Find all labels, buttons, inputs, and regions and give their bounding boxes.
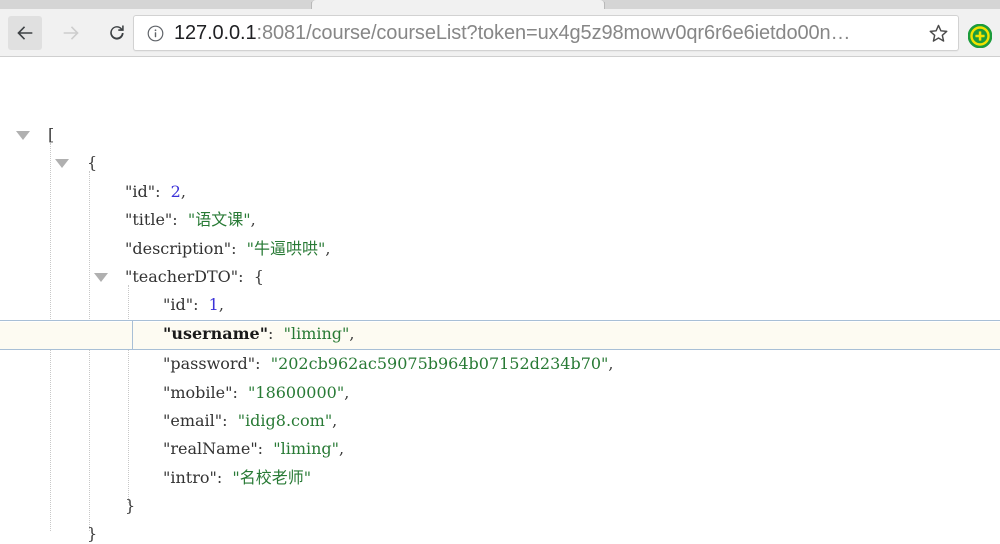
active-tab[interactable] (312, 0, 604, 9)
browser-toolbar: 127.0.0.1:8081/course/courseList?token=u… (0, 9, 1000, 57)
json-value: "liming" (283, 323, 350, 343)
json-row-text: "intro": "名校老师" (163, 464, 311, 492)
tab-divider (311, 2, 312, 9)
json-key: "teacherDTO" (125, 266, 239, 286)
json-comma: , (332, 410, 338, 430)
json-key: "password" (163, 354, 256, 374)
json-row-text: "id": 1, (163, 291, 224, 319)
json-colon: : (172, 210, 188, 230)
back-button[interactable] (8, 16, 42, 50)
json-tree: [ { "id": 2, "title": "语文课", "descriptio… (0, 121, 1000, 544)
extension-plus-icon[interactable] (967, 23, 993, 49)
json-comma: , (349, 323, 355, 343)
json-key: "id" (125, 181, 156, 201)
json-row-highlighted: "username": "liming", (0, 319, 1000, 351)
json-row-text: "realName": "liming", (163, 435, 344, 463)
json-row: "email": "idig8.com", (0, 407, 1000, 435)
json-key: "mobile" (163, 382, 233, 402)
arrow-right-icon (60, 22, 82, 44)
json-comma: , (218, 295, 224, 315)
json-colon: : (222, 410, 238, 430)
json-comma: , (250, 210, 256, 230)
json-comma: , (339, 439, 345, 459)
tab-divider (604, 2, 605, 9)
info-circle-icon[interactable] (146, 24, 165, 43)
json-comma: , (325, 238, 331, 258)
json-comma: , (344, 382, 350, 402)
reload-button[interactable] (100, 16, 134, 50)
json-key: "intro" (163, 467, 217, 487)
json-colon: : (255, 354, 271, 374)
json-colon: : (268, 323, 284, 343)
arrow-left-icon (14, 22, 36, 44)
url-text: 127.0.0.1:8081/course/courseList?token=u… (174, 21, 921, 45)
json-row-text: "teacherDTO": { (125, 263, 264, 291)
json-row: } (0, 520, 1000, 544)
json-row-text: { (87, 153, 98, 173)
json-row: "id": 1, (0, 291, 1000, 319)
json-colon: : (231, 238, 247, 258)
json-value: "idig8.com" (237, 410, 333, 430)
page-viewport: [ { "id": 2, "title": "语文课", "descriptio… (0, 57, 1000, 544)
bookmark-star-icon[interactable] (921, 16, 955, 50)
reload-icon (106, 22, 128, 44)
url-host: 127.0.0.1 (174, 22, 257, 44)
tab-strip (0, 0, 1000, 9)
json-comma: , (608, 354, 614, 374)
json-colon: : (238, 266, 254, 286)
json-colon: : (232, 382, 249, 402)
browser-window: 127.0.0.1:8081/course/courseList?token=u… (0, 0, 1000, 544)
json-value: "202cb962ac59075b964b07152d234b70" (270, 354, 609, 374)
json-row-text: } (87, 524, 98, 544)
json-value: 1 (208, 295, 219, 315)
json-key: "realName" (163, 439, 258, 459)
json-row: [ (0, 121, 1000, 531)
json-key: "description" (125, 238, 232, 258)
json-row-text: "email": "idig8.com", (163, 407, 337, 435)
json-value: 2 (170, 181, 181, 201)
json-row-text: "id": 2, (125, 178, 186, 206)
json-value: "语文课" (187, 210, 251, 230)
json-row-text: "description": "牛逼哄哄", (125, 235, 330, 263)
address-bar[interactable]: 127.0.0.1:8081/course/courseList?token=u… (133, 15, 959, 51)
triangle-down-icon[interactable] (94, 272, 108, 282)
json-row: "title": "语文课", (0, 206, 1000, 234)
json-value: "18600000" (248, 382, 345, 402)
json-key: "username" (163, 323, 269, 343)
highlight-left-edge (132, 319, 133, 351)
json-comma: , (180, 181, 186, 201)
json-row-text: "username": "liming", (163, 321, 354, 347)
json-key: "id" (163, 295, 194, 315)
forward-button[interactable] (54, 16, 88, 50)
json-row: { (0, 149, 1000, 532)
json-value: "liming" (273, 439, 340, 459)
url-path: :8081/course/courseList?token=ux4g5z98mo… (256, 22, 851, 44)
triangle-down-icon[interactable] (16, 131, 30, 140)
json-row-text: "title": "语文课", (125, 206, 256, 234)
json-row: "intro": "名校老师" (0, 464, 1000, 492)
json-value: "名校老师" (232, 467, 312, 487)
json-row: "description": "牛逼哄哄", (0, 235, 1000, 263)
json-key: "email" (163, 410, 223, 430)
json-row: "password": "202cb962ac59075b964b07152d2… (0, 350, 1000, 378)
json-brace: { (253, 266, 264, 286)
json-row: "id": 2, (0, 178, 1000, 206)
json-row-text: "mobile": "18600000", (163, 379, 349, 407)
json-row-text: [ (48, 125, 55, 144)
json-colon: : (216, 467, 233, 487)
json-row: "mobile": "18600000", (0, 379, 1000, 407)
json-row-text: "password": "202cb962ac59075b964b07152d2… (163, 350, 614, 378)
json-value: "牛逼哄哄" (246, 238, 326, 258)
json-colon: : (155, 181, 171, 201)
json-colon: : (193, 295, 209, 315)
json-row-text: } (125, 496, 136, 516)
triangle-down-icon[interactable] (55, 159, 69, 169)
json-row: "teacherDTO": { (0, 263, 1000, 503)
json-key: "title" (125, 210, 173, 230)
json-colon: : (257, 439, 274, 459)
json-row: } (0, 492, 1000, 520)
json-row: "realName": "liming", (0, 435, 1000, 463)
